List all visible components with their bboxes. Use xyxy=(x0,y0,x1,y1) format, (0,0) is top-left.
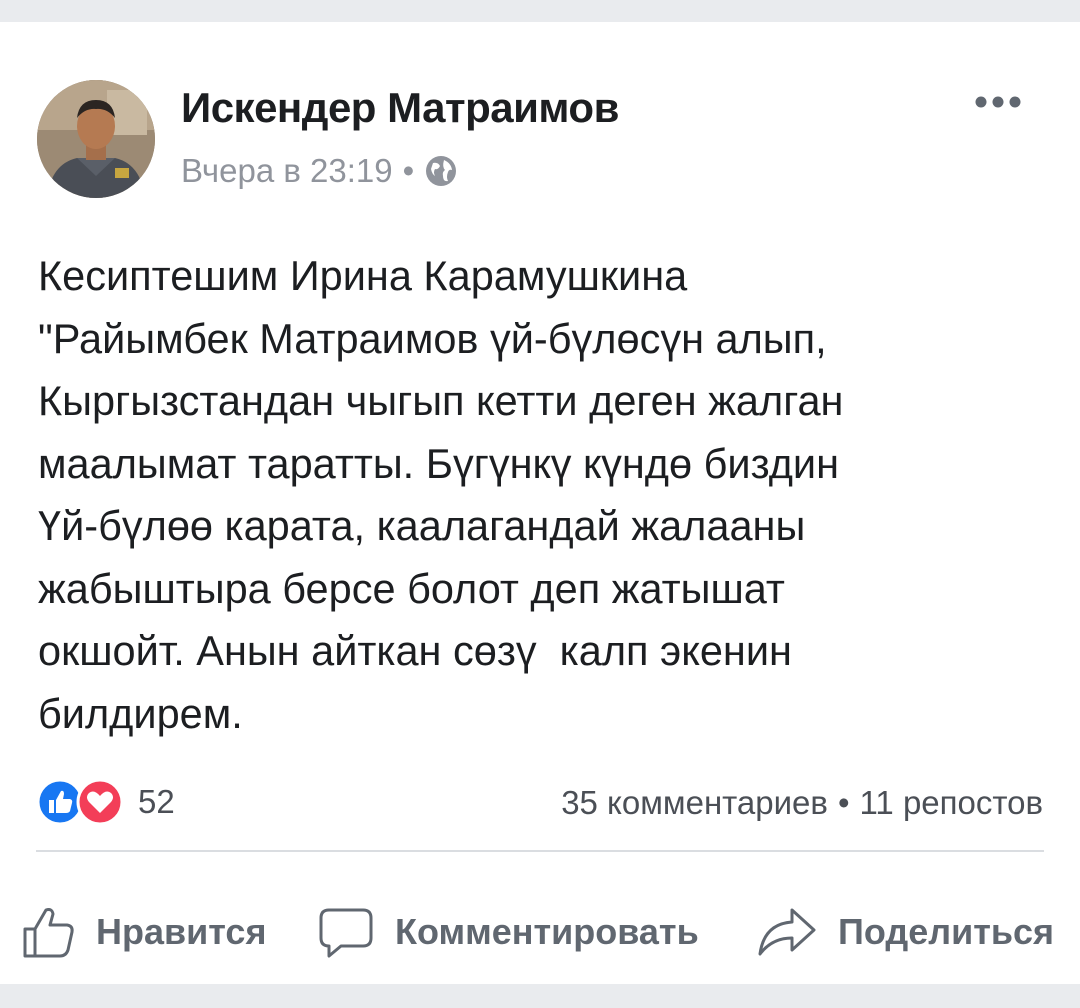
comment-icon xyxy=(317,904,375,960)
author-name[interactable]: Искендер Матраимов xyxy=(181,84,619,132)
share-button[interactable]: Поделиться xyxy=(756,904,1054,960)
globe-icon xyxy=(424,154,458,188)
comments-count[interactable]: 35 комментариев xyxy=(561,784,828,822)
reaction-count: 52 xyxy=(138,783,175,820)
meta-separator: • xyxy=(402,152,415,189)
love-icon xyxy=(76,778,124,826)
post-timestamp[interactable]: Вчера в 23:19 xyxy=(181,152,393,190)
reactions-summary[interactable]: 52 xyxy=(36,778,175,826)
stats-separator: • xyxy=(837,784,850,821)
comment-label: Комментировать xyxy=(395,911,699,952)
share-icon xyxy=(756,904,818,960)
divider xyxy=(36,850,1044,852)
post-card: Искендер Матраимов Вчера в 23:19 • Кесип… xyxy=(0,22,1080,984)
action-bar: Нравится Комментировать Поделиться xyxy=(0,892,1080,982)
post-meta: Вчера в 23:19 • xyxy=(181,152,458,190)
post-text: Кесиптешим Ирина Карамушкина "Райымбек М… xyxy=(38,252,844,737)
shares-count[interactable]: 11 репостов xyxy=(860,784,1043,822)
thumbs-up-icon xyxy=(20,904,76,960)
post-stats: 35 комментариев • 11 репостов xyxy=(561,784,1043,822)
more-options-icon[interactable] xyxy=(968,82,1028,122)
like-label: Нравится xyxy=(96,911,267,952)
like-button[interactable]: Нравится xyxy=(20,904,266,960)
share-label: Поделиться xyxy=(838,911,1055,952)
comment-button[interactable]: Комментировать xyxy=(317,904,699,960)
avatar[interactable] xyxy=(37,80,155,198)
